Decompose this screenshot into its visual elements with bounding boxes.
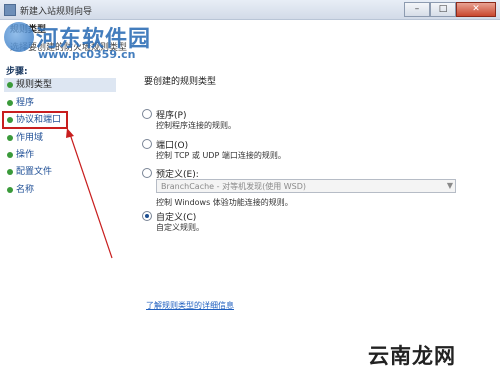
step-bullet-icon — [7, 100, 13, 106]
option-description: 控制 TCP 或 UDP 端口连接的规则。 — [156, 151, 286, 160]
option-description: 自定义规则。 — [156, 223, 204, 232]
wizard-content: 要创建的规则类型 程序(P) 控制程序连接的规则。 端口(O) 控制 TCP 或… — [120, 64, 496, 368]
step-label: 名称 — [16, 185, 35, 195]
predefined-select-value: BranchCache - 对等机发现(使用 WSD) — [161, 182, 307, 191]
step-label: 作用域 — [16, 133, 44, 143]
site-watermark-logo: 河东软件园 www.pc0359.cn — [0, 20, 210, 62]
step-bullet-icon — [7, 117, 13, 123]
radio-predefined[interactable] — [142, 168, 152, 178]
window-title: 新建入站规则向导 — [20, 7, 93, 17]
close-button[interactable]: ✕ — [456, 2, 496, 17]
step-name[interactable]: 名称 — [4, 183, 116, 197]
step-label: 协议和端口 — [16, 115, 62, 125]
step-bullet-icon — [7, 135, 13, 141]
chevron-down-icon[interactable]: ▼ — [447, 181, 453, 190]
step-label: 配置文件 — [16, 167, 53, 177]
rule-type-question: 要创建的规则类型 — [144, 77, 217, 87]
radio-port[interactable] — [142, 139, 152, 149]
option-description: 控制 Windows 体验功能连接的规则。 — [156, 198, 293, 207]
radio-program[interactable] — [142, 109, 152, 119]
predefined-select[interactable]: BranchCache - 对等机发现(使用 WSD) ▼ — [156, 179, 456, 193]
step-action[interactable]: 操作 — [4, 148, 116, 162]
step-scope[interactable]: 作用域 — [4, 131, 116, 145]
firewall-app-icon — [4, 4, 16, 16]
option-description: 控制程序连接的规则。 — [156, 121, 236, 130]
maximize-button[interactable]: □ — [430, 2, 456, 17]
minimize-button[interactable]: – — [404, 2, 430, 17]
steps-sidebar: 规则类型 程序 协议和端口 作用域 操作 配置文件 名称 — [0, 76, 120, 368]
step-bullet-icon — [7, 169, 13, 175]
radio-custom[interactable] — [142, 211, 152, 221]
step-bullet-icon — [7, 82, 13, 88]
step-bullet-icon — [7, 152, 13, 158]
step-label: 操作 — [16, 150, 35, 160]
step-label: 规则类型 — [16, 80, 53, 90]
watermark-url: www.pc0359.cn — [38, 48, 136, 61]
step-profile[interactable]: 配置文件 — [4, 165, 116, 179]
title-bar: 新建入站规则向导 – □ ✕ — [0, 0, 500, 20]
site-logo-icon — [4, 22, 34, 52]
step-program[interactable]: 程序 — [4, 96, 116, 110]
learn-more-link[interactable]: 了解规则类型的详细信息 — [146, 300, 234, 311]
step-label: 程序 — [16, 98, 35, 108]
step-rule-type[interactable]: 规则类型 — [4, 78, 116, 92]
site-watermark-text: 云南龙网 — [368, 344, 456, 368]
step-bullet-icon — [7, 187, 13, 193]
step-protocol-and-ports[interactable]: 协议和端口 — [2, 111, 68, 129]
